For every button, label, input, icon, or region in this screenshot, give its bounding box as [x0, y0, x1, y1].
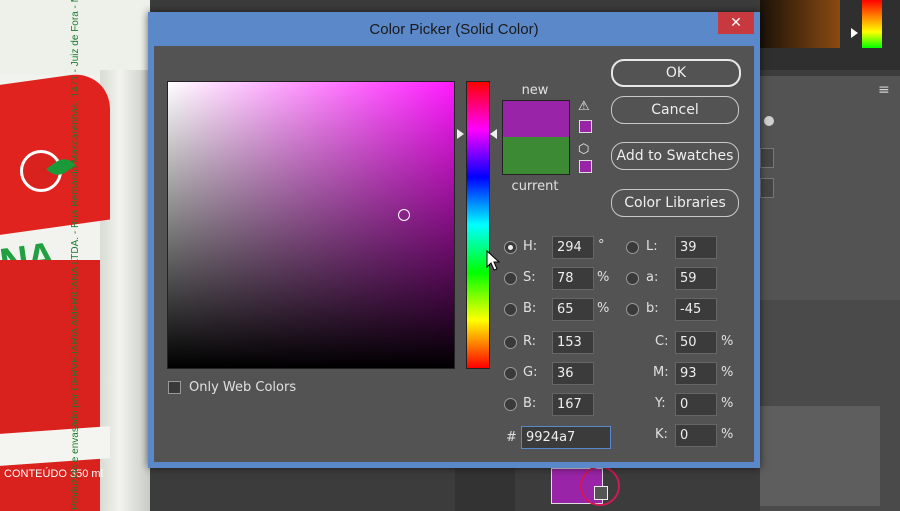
lightness-radio[interactable] [626, 241, 639, 254]
close-button[interactable]: ✕ [718, 12, 754, 34]
black-label: K: [655, 427, 668, 442]
only-web-colors-label: Only Web Colors [189, 380, 297, 395]
green-input[interactable]: 36 [552, 362, 594, 385]
brightness-radio[interactable] [504, 303, 517, 316]
saturation-radio[interactable] [504, 272, 517, 285]
cancel-button[interactable]: Cancel [611, 96, 739, 124]
brightness-label: B: [523, 301, 537, 316]
dialog-body: Only Web Colors new current ⚠ ⬡ OK Cance… [154, 46, 754, 462]
current-color-swatch[interactable] [502, 137, 570, 175]
b-channel-input[interactable]: -45 [675, 298, 717, 321]
red-label: R: [523, 334, 537, 349]
mouse-cursor-icon [486, 250, 500, 271]
new-color-label: new [521, 83, 549, 98]
dropdown-2[interactable] [760, 178, 774, 198]
hex-input[interactable]: 9924a7 [521, 426, 611, 449]
color-libraries-button[interactable]: Color Libraries [611, 189, 739, 217]
brightness-unit: % [597, 301, 610, 316]
ok-button[interactable]: OK [611, 59, 741, 87]
dialog-titlebar[interactable]: Color Picker (Solid Color) ✕ [148, 12, 760, 46]
blue-radio[interactable] [504, 398, 517, 411]
color-picker-dialog: Color Picker (Solid Color) ✕ Only Web Co… [148, 12, 760, 468]
new-color-swatch [502, 100, 570, 138]
red-input[interactable]: 153 [552, 331, 594, 354]
magenta-input[interactable]: 93 [675, 362, 717, 385]
yellow-unit: % [721, 396, 734, 411]
dropdown-1[interactable] [760, 148, 774, 168]
saturation-unit: % [597, 270, 610, 285]
hue-slider-arrow-left[interactable] [457, 129, 464, 139]
green-label: G: [523, 365, 538, 380]
layers-panel-area [760, 406, 880, 506]
web-safe-cube-icon[interactable]: ⬡ [578, 143, 592, 157]
gamut-swatch[interactable] [579, 120, 592, 133]
can-side-text: Produzido e envasado por CERVEJARIA AMER… [70, 0, 81, 510]
brightness-input[interactable]: 65 [552, 298, 594, 321]
web-safe-swatch[interactable] [579, 160, 592, 173]
highlight-circle [580, 466, 620, 506]
magenta-unit: % [721, 365, 734, 380]
yellow-label: Y: [655, 396, 666, 411]
yellow-input[interactable]: 0 [675, 393, 717, 416]
cyan-unit: % [721, 334, 734, 349]
hue-slider[interactable] [466, 81, 490, 369]
only-web-colors-option[interactable]: Only Web Colors [168, 380, 296, 395]
b-channel-label: b: [646, 301, 659, 316]
slider-knob[interactable] [764, 116, 774, 126]
hue-unit: ° [598, 238, 605, 253]
out-of-gamut-warning-icon[interactable]: ⚠ [578, 100, 592, 114]
green-radio[interactable] [504, 367, 517, 380]
only-web-colors-checkbox[interactable] [168, 381, 181, 394]
a-channel-label: a: [646, 270, 659, 285]
color-panel-hue-arrow [851, 28, 858, 38]
blue-label: B: [523, 396, 537, 411]
a-channel-input[interactable]: 59 [675, 267, 717, 290]
color-field[interactable] [167, 81, 455, 369]
lightness-label: L: [646, 239, 658, 254]
hue-label: H: [523, 239, 538, 254]
a-channel-radio[interactable] [626, 272, 639, 285]
b-channel-radio[interactable] [626, 303, 639, 316]
panel-menu-icon[interactable]: ≡ [878, 82, 890, 98]
color-panel-hue-strip[interactable] [862, 0, 882, 48]
black-input[interactable]: 0 [675, 424, 717, 447]
saturation-label: S: [523, 270, 536, 285]
magenta-label: M: [653, 365, 669, 380]
background-photo: NA CONTEÚDO 350 ml Produzido e envasado … [0, 0, 150, 511]
red-radio[interactable] [504, 336, 517, 349]
current-color-label: current [511, 179, 559, 194]
add-to-swatches-button[interactable]: Add to Swatches [611, 142, 739, 170]
hue-input[interactable]: 294 [552, 236, 594, 259]
cyan-label: C: [655, 334, 669, 349]
blue-input[interactable]: 167 [552, 393, 594, 416]
hue-radio[interactable] [504, 241, 517, 254]
color-field-marker[interactable] [398, 209, 410, 221]
dialog-title: Color Picker (Solid Color) [369, 21, 539, 38]
black-unit: % [721, 427, 734, 442]
hex-label: # [506, 430, 517, 445]
color-panel-gradient[interactable] [760, 0, 840, 48]
hue-slider-arrow-right[interactable] [490, 129, 497, 139]
cyan-input[interactable]: 50 [675, 331, 717, 354]
saturation-input[interactable]: 78 [552, 267, 594, 290]
lightness-input[interactable]: 39 [675, 236, 717, 259]
